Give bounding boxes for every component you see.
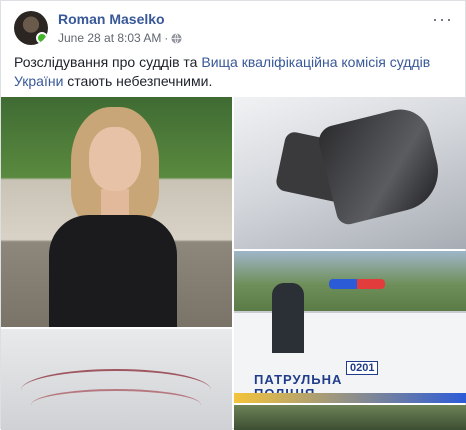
- online-status-indicator: [36, 32, 48, 44]
- meta-separator: ·: [164, 31, 169, 45]
- photo-subject-dress: [49, 215, 177, 327]
- post-text-part2: стають небезпечними.: [63, 73, 213, 89]
- post-meta: June 28 at 8:03 AM ·: [58, 31, 182, 45]
- author-avatar[interactable]: [14, 11, 48, 45]
- police-car-number: 0201: [346, 361, 379, 375]
- photo-broken-mirror[interactable]: [234, 97, 466, 249]
- post-text: Розслідування про суддів та Вища кваліфі…: [14, 53, 454, 91]
- more-options-icon[interactable]: ···: [432, 9, 453, 30]
- police-siren: [329, 279, 385, 289]
- broken-mirror: [315, 103, 447, 227]
- globe-icon[interactable]: [171, 32, 182, 44]
- photo-police-car[interactable]: 0201 ПАТРУЛЬНА ПОЛІЦІЯ: [234, 251, 466, 403]
- photo-more[interactable]: [234, 405, 466, 430]
- police-car-stripe: [234, 393, 466, 403]
- post-text-part1: Розслідування про суддів та: [14, 54, 202, 70]
- photo-subject-face: [89, 127, 141, 191]
- post-timestamp[interactable]: June 28 at 8:03 AM: [58, 31, 161, 45]
- photo-car-scratch[interactable]: [1, 329, 232, 430]
- photo-woman-speaking[interactable]: [1, 97, 232, 327]
- police-officer: [272, 283, 304, 353]
- police-car-label-line1: ПАТРУЛЬНА: [254, 372, 343, 387]
- facebook-post: Roman Maselko June 28 at 8:03 AM · ··· Р…: [0, 0, 466, 430]
- scratch-mark-2: [31, 389, 201, 421]
- author-name[interactable]: Roman Maselko: [58, 11, 165, 27]
